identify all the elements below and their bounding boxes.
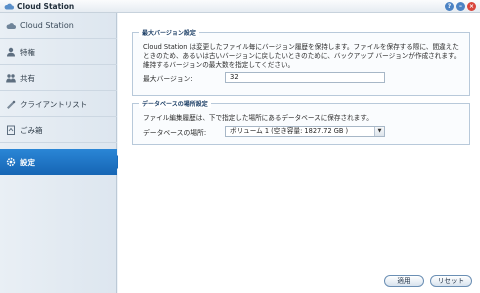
close-button[interactable]: × <box>467 2 476 11</box>
chevron-down-icon[interactable]: ▼ <box>374 127 384 136</box>
minimize-button[interactable]: – <box>456 2 465 11</box>
settings-icon <box>6 157 16 167</box>
max-versions-label: 最大バージョン: <box>143 75 193 83</box>
database-location-group-title: データベースの場所設定 <box>139 99 211 108</box>
sidebar-item-recycle-bin[interactable]: ごみ箱 <box>0 117 117 143</box>
sidebar-item-label: 特権 <box>20 48 35 57</box>
database-location-description: ファイル編集履歴は、下で指定した場所にあるデータベースに保存されます。 <box>143 114 373 122</box>
client-list-icon <box>7 100 16 109</box>
cloud-icon <box>4 3 14 10</box>
sidebar-item-shared[interactable]: 共有 <box>0 65 117 91</box>
sidebar-item-privileges[interactable]: 特権 <box>0 39 117 65</box>
sidebar-header-label: Cloud Station <box>20 21 74 30</box>
sidebar-item-label: クライアントリスト <box>20 100 88 109</box>
max-versions-description: Cloud Station は変更したファイル毎にバージョン履歴を保持します。フ… <box>143 43 461 69</box>
sidebar-header[interactable]: Cloud Station <box>0 13 117 39</box>
window-title: Cloud Station <box>17 2 75 11</box>
max-versions-input[interactable]: 32 <box>225 72 385 83</box>
sidebar-item-label: 共有 <box>20 74 35 83</box>
database-location-select[interactable]: ボリューム 1 (空き容量: 1827.72 GB ) ▼ <box>225 126 385 137</box>
max-versions-group-title: 最大バージョン設定 <box>139 28 199 37</box>
sidebar: Cloud Station 特権 共有 クライアントリスト ごみ箱 設定 <box>0 13 124 293</box>
database-location-value: ボリューム 1 (空き容量: 1827.72 GB ) <box>230 127 349 135</box>
title-bar: Cloud Station ? – × <box>0 0 480 13</box>
reset-button[interactable]: リセット <box>430 275 472 287</box>
settings-panel: 最大バージョン設定 Cloud Station は変更したファイル毎にバージョン… <box>118 13 480 293</box>
max-versions-group: 最大バージョン設定 Cloud Station は変更したファイル毎にバージョン… <box>132 28 470 96</box>
sidebar-item-label: ごみ箱 <box>20 126 43 135</box>
apply-button[interactable]: 適用 <box>384 275 424 287</box>
recycle-bin-icon <box>7 125 15 135</box>
cloud-icon <box>6 23 16 29</box>
sidebar-item-settings[interactable]: 設定 <box>0 149 124 175</box>
shared-folder-icon <box>6 74 16 83</box>
database-location-group: データベースの場所設定 ファイル編集履歴は、下で指定した場所にあるデータベースに… <box>132 99 470 145</box>
sidebar-item-label: 設定 <box>20 158 35 167</box>
privilege-icon <box>7 47 15 57</box>
help-button[interactable]: ? <box>445 2 454 11</box>
sidebar-item-client-list[interactable]: クライアントリスト <box>0 91 117 117</box>
database-location-label: データベースの場所: <box>143 129 207 137</box>
